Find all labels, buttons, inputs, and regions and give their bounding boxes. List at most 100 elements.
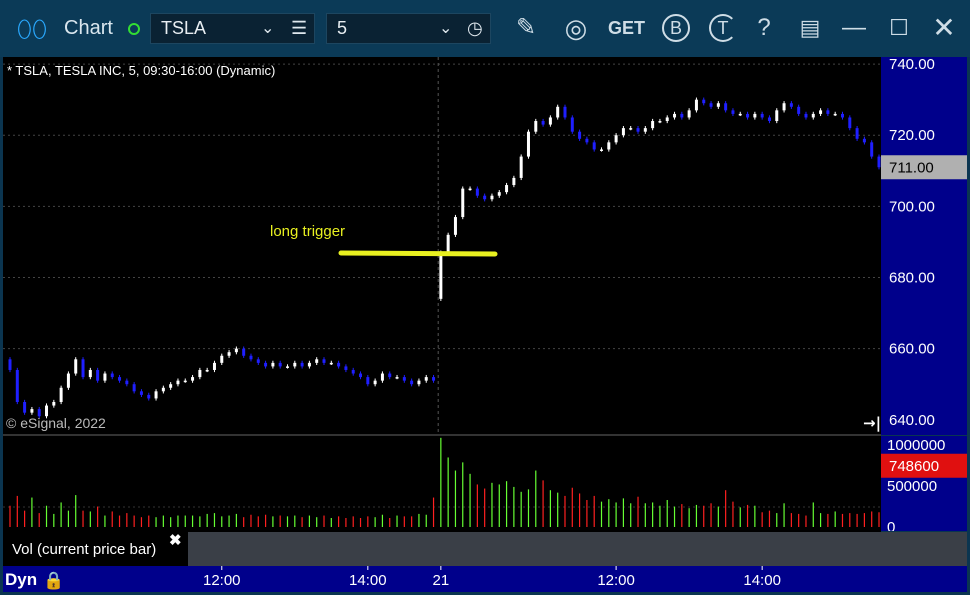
candle-body <box>322 359 326 363</box>
candle-body <box>256 359 260 363</box>
candle-body <box>862 138 866 143</box>
candle-body <box>578 131 582 139</box>
candle-body <box>234 348 238 353</box>
candle-body <box>110 373 114 378</box>
candle-body <box>607 142 611 150</box>
candle-body <box>534 121 538 132</box>
candle-body <box>446 234 450 253</box>
candle-body <box>570 117 574 132</box>
candle-body <box>205 369 209 372</box>
candle-body <box>329 362 333 365</box>
candle-body <box>96 369 100 381</box>
candle-body <box>161 387 165 392</box>
volume-legend-text: Vol (current price bar) <box>12 541 157 558</box>
candle-body <box>694 99 698 111</box>
candle-body <box>169 384 173 388</box>
chart-svg[interactable]: long trigger * TSLA, TESLA INC, 5, 09:30-… <box>3 57 881 565</box>
candle-body <box>636 128 640 132</box>
candle-body <box>424 377 428 381</box>
buy-icon[interactable]: B <box>658 10 694 46</box>
close-icon[interactable]: ✕ <box>926 10 962 46</box>
candle-body <box>782 103 786 111</box>
annotation-label: long trigger <box>270 223 345 240</box>
candle-body <box>52 401 56 406</box>
interval-input[interactable]: 5 ⌄ ◷ <box>326 13 491 44</box>
candle-body <box>760 113 764 118</box>
volume-tick-label: 1000000 <box>887 437 945 454</box>
trade-icon[interactable]: T <box>705 10 741 46</box>
candle-body <box>8 359 12 370</box>
candle-body <box>797 106 801 114</box>
chart-plot-area[interactable]: long trigger * TSLA, TESLA INC, 5, 09:30-… <box>3 57 881 565</box>
candle-body <box>819 110 823 114</box>
candle-body <box>767 117 771 122</box>
price-axis[interactable]: 740.00 720.00 700.00 680.00 660.00 640.00 711.… <box>881 57 967 435</box>
candle-body <box>359 373 363 378</box>
chevron-down-icon[interactable]: ⌄ <box>439 14 452 43</box>
current-price-label: 711.00 <box>889 159 934 176</box>
candle-body <box>709 103 713 107</box>
volume-legend: Vol (current price bar) ✖ <box>3 532 188 566</box>
candle-body <box>731 110 735 114</box>
candle-body <box>417 380 421 385</box>
watermark: © eSignal, 2022 <box>6 415 106 431</box>
studies-icon[interactable]: ◎ <box>558 10 594 46</box>
candle-body <box>724 103 728 111</box>
close-icon[interactable]: ✖ <box>169 523 182 559</box>
candle-body <box>826 110 830 114</box>
lock-icon[interactable]: 🔒 <box>43 571 64 591</box>
help-icon[interactable]: ? <box>746 10 782 46</box>
volume-axis[interactable]: 1000000 500000 0 748600 <box>881 436 967 531</box>
candle-body <box>337 362 341 367</box>
price-tick-label: 720.00 <box>889 127 935 144</box>
candle-body <box>651 121 655 129</box>
candle-body <box>870 142 874 157</box>
menu-list-icon[interactable]: ☰ <box>291 14 307 43</box>
candle-body <box>738 113 742 116</box>
current-volume-label: 748600 <box>889 458 939 475</box>
candle-body <box>804 113 808 118</box>
candle-body <box>220 355 224 363</box>
symbol-value: TSLA <box>161 18 207 38</box>
candle-body <box>410 380 414 385</box>
candle-body <box>285 366 289 368</box>
time-tick-label: 14:00 <box>743 572 781 589</box>
candle-body <box>753 113 757 118</box>
time-tick-label: 12:00 <box>203 572 241 589</box>
candle-body <box>293 362 297 367</box>
chart-header: * TSLA, TESLA INC, 5, 09:30-16:00 (Dynam… <box>7 63 275 78</box>
price-tick-label: 660.00 <box>889 341 935 358</box>
time-axis[interactable]: Dyn 🔒 12:00 14:00 21 12:00 14:00 <box>3 566 967 592</box>
minimize-icon[interactable]: — <box>836 10 872 46</box>
candle-body <box>855 128 859 139</box>
chevron-down-icon[interactable]: ⌄ <box>261 14 274 43</box>
candle-body <box>658 121 662 123</box>
candle-body <box>118 377 122 381</box>
maximize-icon[interactable]: ☐ <box>881 10 917 46</box>
pencil-icon[interactable]: ✎ <box>508 10 544 46</box>
candle-body <box>811 113 815 118</box>
candle-body <box>475 188 479 196</box>
candle-body <box>74 359 78 374</box>
candle-body <box>125 380 129 385</box>
panel-strip <box>188 532 967 566</box>
candle-body <box>154 391 158 399</box>
candle-body <box>59 387 63 402</box>
symbol-input[interactable]: TSLA ⌄ ☰ <box>150 13 315 44</box>
link-toggle-icon[interactable]: ⬯⬯ <box>12 12 52 48</box>
clock-icon[interactable]: ◷ <box>467 14 483 43</box>
candle-body <box>490 195 494 200</box>
layout-icon[interactable]: ▤ <box>792 10 828 46</box>
get-data-button[interactable]: GET <box>608 10 645 46</box>
scroll-to-end-icon[interactable]: →| <box>863 414 881 433</box>
candle-body <box>840 113 844 118</box>
candle-body <box>563 106 567 118</box>
candle-body <box>183 380 187 383</box>
candle-body <box>395 377 399 379</box>
candle-body <box>461 188 465 218</box>
candle-body <box>264 362 268 367</box>
time-tick-label: 21 <box>433 572 450 589</box>
candle-body <box>526 131 530 157</box>
candle-body <box>198 369 202 378</box>
candle-body <box>585 138 589 143</box>
